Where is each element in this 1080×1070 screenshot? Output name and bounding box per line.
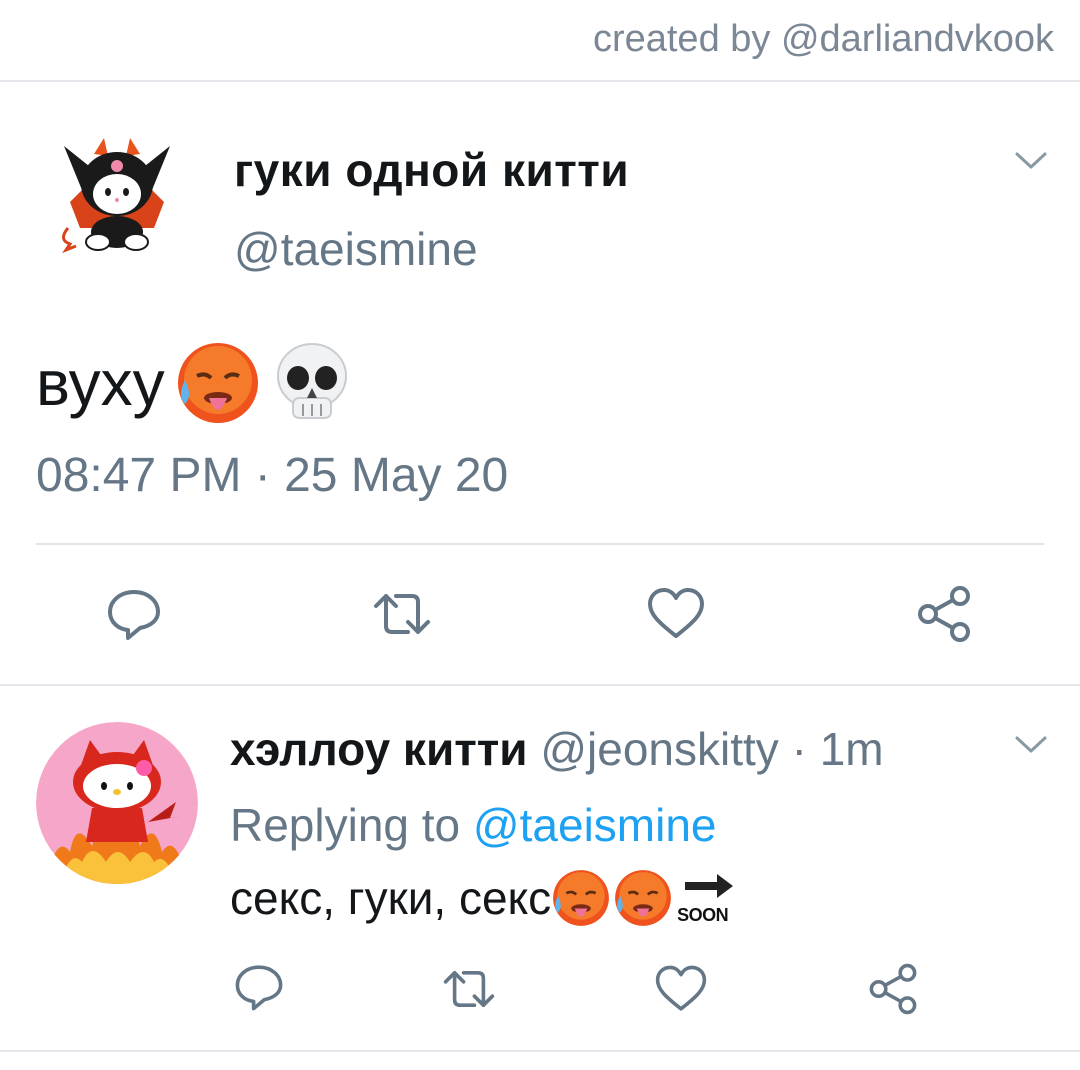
top-divider (0, 80, 1080, 82)
soon-arrow-emoji: SOON (677, 870, 737, 926)
reply-author-name[interactable]: хэллоу китти (230, 723, 528, 775)
section-divider (0, 684, 1080, 686)
author-handle[interactable]: @taeismine (234, 222, 478, 276)
hot-face-emoji (615, 870, 672, 926)
share-icon[interactable] (866, 962, 920, 1016)
retweet-icon[interactable] (372, 584, 432, 644)
chevron-down-icon[interactable] (1014, 734, 1048, 756)
author-name[interactable]: гуки одной китти (234, 143, 629, 197)
soon-label: SOON (677, 905, 729, 925)
skull-emoji (276, 343, 347, 419)
share-icon[interactable] (914, 584, 974, 644)
replying-label: Replying to (230, 799, 473, 851)
tweet-divider (36, 543, 1044, 545)
chevron-down-icon[interactable] (1014, 150, 1048, 172)
replying-handle-link[interactable]: @taeismine (473, 799, 717, 851)
reply-header: хэллоу китти @jeonskitty · 1m (230, 722, 884, 776)
hot-face-emoji (177, 343, 258, 423)
reply-separator: · (778, 723, 820, 775)
credit-text: created by @darliandvkook (592, 18, 1054, 60)
reply-avatar[interactable] (36, 722, 198, 884)
hot-face-emoji (553, 870, 610, 926)
replying-to: Replying to @taeismine (230, 798, 717, 852)
like-icon[interactable] (654, 962, 708, 1016)
tweet-text: вуху (36, 340, 353, 426)
reply-icon[interactable] (232, 960, 286, 1014)
retweet-icon[interactable] (442, 962, 496, 1016)
reply-text-body: секс, гуки, секс (230, 872, 552, 924)
tweet-timestamp[interactable]: 08:47 PM · 25 May 20 (36, 448, 508, 503)
bottom-divider (0, 1050, 1080, 1052)
reply-icon[interactable] (104, 584, 164, 644)
reply-text: секс, гуки, секс SOON (230, 868, 737, 928)
reply-author-handle[interactable]: @jeonskitty (540, 723, 778, 775)
like-icon[interactable] (646, 584, 706, 644)
avatar[interactable] (54, 132, 180, 258)
reply-age[interactable]: 1m (820, 723, 884, 775)
tweet-text-body: вуху (36, 347, 165, 419)
